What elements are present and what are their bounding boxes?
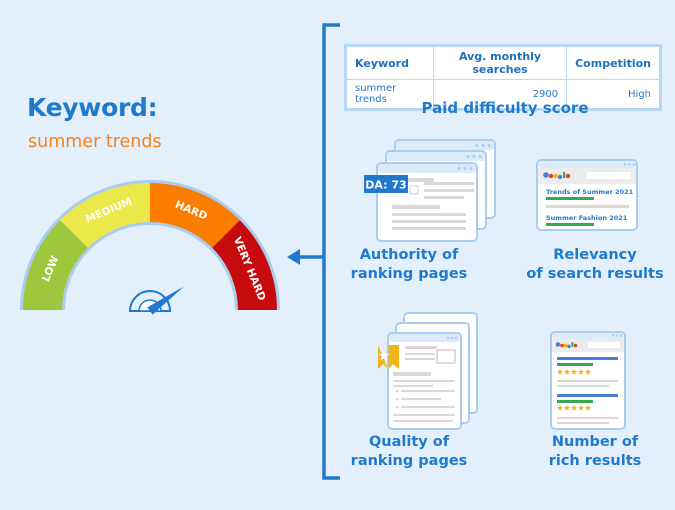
rich-results-icon [550, 331, 626, 430]
star-icon [570, 368, 578, 375]
caption-line: Authority of [359, 247, 459, 263]
header-keyword: Keyword [345, 45, 434, 80]
star-icon [584, 368, 592, 375]
keyword-value: summer trends [28, 132, 162, 152]
stacked-pages-icon: DA: 73 [364, 139, 496, 242]
star-icon [570, 404, 578, 411]
difficulty-gauge: LOWMEDIUM HARDVERY HARD [20, 180, 280, 315]
keyword-title: Keyword: [27, 93, 158, 122]
google-logo-icon [555, 342, 578, 349]
factor-authority-label: Authority of ranking pages [348, 246, 470, 284]
search-results-icon: Trends of Summer 2021 Summer Fashion 202… [536, 159, 638, 231]
caption-line: ranking pages [350, 266, 468, 282]
bracket-line [322, 23, 340, 480]
gauge-needle-icon [128, 286, 184, 315]
star-icon [556, 368, 564, 375]
paid-difficulty-label: Paid difficulty score [421, 99, 589, 117]
caption-line: Number of [551, 434, 639, 450]
star-icon [563, 404, 571, 411]
star-icon [556, 404, 564, 411]
star-icon [577, 404, 585, 411]
caption-line: Relevancy [553, 247, 637, 263]
da-badge-text: DA: 73 [365, 179, 406, 192]
rating-stars [556, 404, 592, 411]
table-header-row: Keyword Avg. monthly searches Competitio… [345, 45, 661, 80]
factor-rich-results-label: Number of rich results [520, 433, 670, 471]
factor-relevancy-label: Relevancy of search results [520, 246, 670, 284]
star-icon [577, 368, 585, 375]
bookmark-star-icon [378, 345, 399, 369]
search-result-title: Summer Fashion 2021 [546, 214, 628, 222]
da-badge [364, 175, 408, 193]
bookmarked-pages-icon [378, 312, 478, 430]
star-icon [584, 404, 592, 411]
google-logo-icon [543, 172, 571, 180]
header-competition: Competition [566, 45, 661, 80]
caption-line: ranking pages [350, 453, 468, 469]
caption-line: of search results [526, 266, 664, 282]
search-result-title: Trends of Summer 2021 [546, 188, 634, 196]
star-icon [563, 368, 571, 375]
caption-line: Quality of [368, 434, 450, 450]
header-avg-monthly-searches: Avg. monthly searches [432, 45, 568, 80]
rating-stars [556, 368, 592, 375]
factor-quality-label: Quality of ranking pages [348, 433, 470, 471]
caption-line: rich results [548, 453, 642, 469]
